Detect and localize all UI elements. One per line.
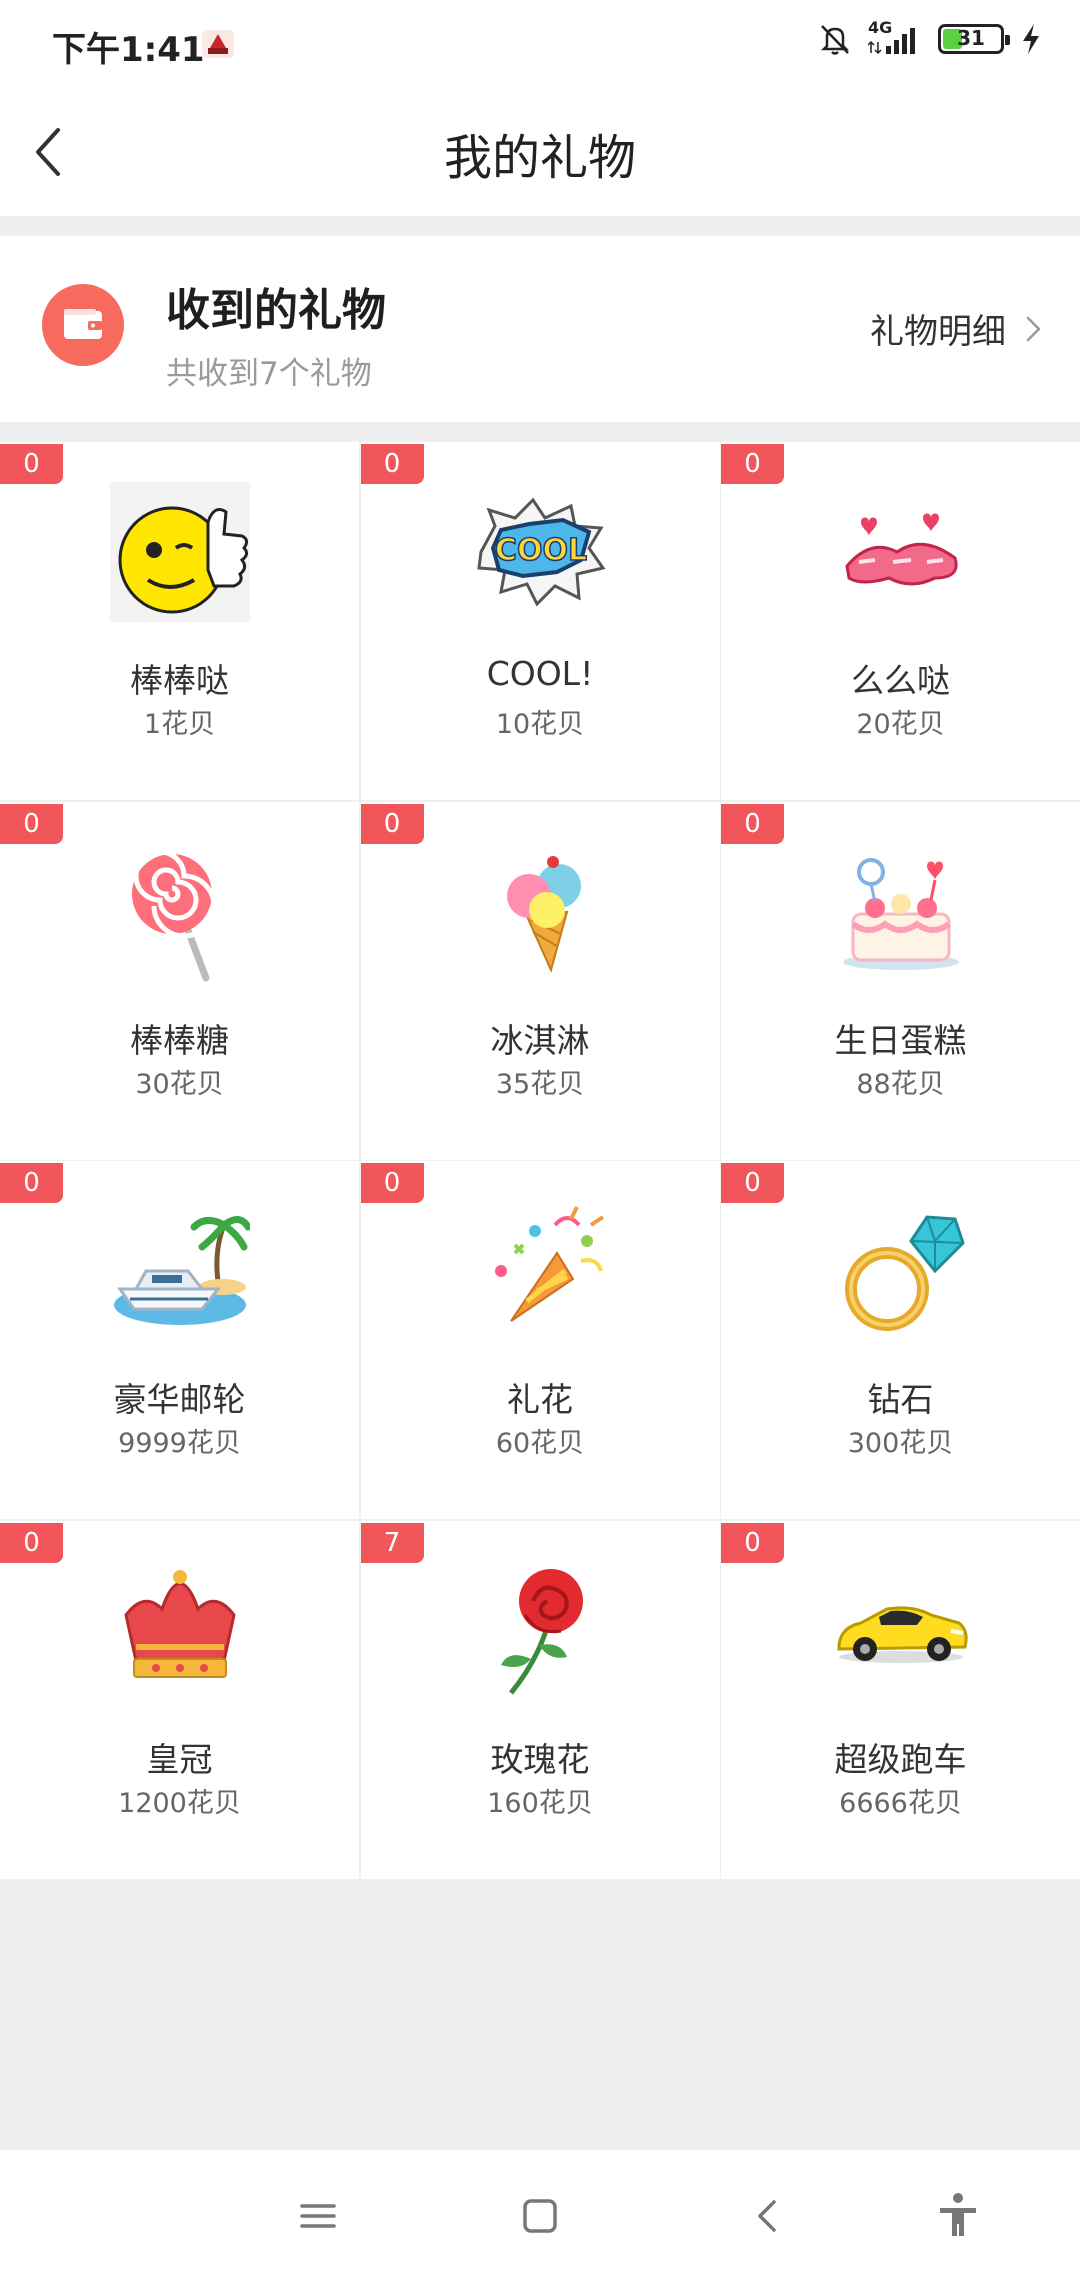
gift-count-badge: 0 bbox=[360, 444, 424, 484]
thumbs-up-emoji-icon bbox=[110, 482, 250, 622]
gift-name: 棒棒哒 bbox=[130, 661, 229, 700]
rose-icon bbox=[500, 1568, 583, 1695]
nav-back-button[interactable] bbox=[732, 2180, 804, 2252]
gift-card[interactable]: 0 生日蛋糕 88花贝 bbox=[721, 801, 1080, 1160]
charging-bolt-icon bbox=[1023, 24, 1039, 54]
gift-price: 1200花贝 bbox=[118, 1787, 241, 1819]
home-button[interactable] bbox=[504, 2180, 576, 2252]
gift-name: 豪华邮轮 bbox=[113, 1380, 246, 1419]
lollipop-icon bbox=[132, 849, 217, 981]
menu-button[interactable] bbox=[282, 2180, 354, 2252]
gift-card[interactable]: 0 棒棒哒 1花贝 bbox=[0, 442, 359, 800]
gift-name: 冰淇淋 bbox=[490, 1020, 590, 1060]
party-popper-icon bbox=[494, 1206, 604, 1322]
gift-count-badge: 0 bbox=[0, 803, 63, 844]
gift-count-badge: 0 bbox=[0, 444, 63, 484]
gift-card[interactable]: 0 冰淇淋 35花贝 bbox=[360, 801, 720, 1160]
gift-count-badge: 0 bbox=[0, 1522, 63, 1563]
battery-level: 31 bbox=[957, 26, 985, 50]
gift-name: 生日蛋糕 bbox=[834, 1020, 967, 1060]
gift-count-badge: 0 bbox=[721, 803, 784, 844]
gift-price: 9999花贝 bbox=[118, 1428, 241, 1459]
page-title: 我的礼物 bbox=[443, 130, 636, 186]
status-icons: 4G 31 bbox=[818, 18, 1042, 56]
gift-card[interactable]: 0 超级跑车 6666花贝 bbox=[721, 1520, 1080, 1879]
gift-name: 皇冠 bbox=[146, 1739, 213, 1779]
title-bar: 我的礼物 bbox=[0, 88, 1080, 216]
menu-icon bbox=[300, 2204, 336, 2228]
battery-icon: 31 bbox=[938, 24, 1010, 54]
cool-sticker-icon: COOL bbox=[476, 497, 606, 607]
summary-subtitle: 共收到7个礼物 bbox=[166, 356, 372, 392]
kiss-text-sticker-icon bbox=[845, 513, 958, 586]
gift-card[interactable]: 0 么么哒 20花贝 bbox=[721, 442, 1080, 800]
gift-name: 么么哒 bbox=[851, 661, 950, 700]
wallet-icon bbox=[42, 284, 124, 366]
system-navigation-bar bbox=[0, 2150, 1080, 2280]
accessibility-button[interactable] bbox=[922, 2180, 994, 2252]
status-bar: 下午1:41 4G 31 bbox=[0, 0, 1080, 88]
summary-title: 收到的礼物 bbox=[166, 285, 386, 336]
gift-card[interactable]: 0 豪华邮轮 9999花贝 bbox=[0, 1161, 359, 1519]
gift-name: 礼花 bbox=[507, 1380, 573, 1419]
signal-4g-icon: 4G bbox=[868, 18, 922, 56]
gift-price: 160花贝 bbox=[487, 1787, 593, 1819]
gift-name: COOL! bbox=[486, 654, 594, 693]
ice-cream-icon bbox=[506, 855, 581, 973]
gift-price: 35花贝 bbox=[495, 1068, 585, 1100]
diamond-ring-icon bbox=[845, 1215, 965, 1331]
gift-count-badge: 0 bbox=[360, 803, 424, 844]
gift-price: 60花贝 bbox=[495, 1428, 585, 1459]
received-gifts-summary: 收到的礼物 共收到7个礼物 礼物明细 bbox=[0, 236, 1080, 422]
yacht-icon bbox=[114, 1216, 250, 1325]
gift-name: 超级跑车 bbox=[834, 1739, 967, 1779]
gift-details-label: 礼物明细 bbox=[870, 312, 1006, 352]
gift-name: 棒棒糖 bbox=[130, 1020, 229, 1060]
svg-text:COOL: COOL bbox=[494, 533, 586, 568]
gift-details-link[interactable]: 礼物明细 bbox=[870, 304, 1044, 353]
gift-grid: 0 棒棒哒 1花贝 0 COOL COOL! 10花贝 0 么么哒 20花贝 0… bbox=[0, 442, 1080, 1879]
home-square-icon bbox=[523, 2199, 557, 2233]
gift-price: 300花贝 bbox=[847, 1428, 954, 1459]
status-time: 下午1:41 bbox=[52, 30, 205, 70]
gift-card[interactable]: 7 玫瑰花 160花贝 bbox=[360, 1520, 720, 1879]
birthday-cake-icon bbox=[843, 857, 959, 970]
app-notification-icon bbox=[202, 30, 234, 58]
accessibility-icon bbox=[940, 2193, 976, 2236]
mute-bell-icon bbox=[820, 25, 850, 55]
gift-price: 20花贝 bbox=[856, 709, 945, 740]
gift-name: 玫瑰花 bbox=[490, 1739, 590, 1779]
gift-count-badge: 0 bbox=[721, 1163, 784, 1203]
gift-price: 10花贝 bbox=[495, 709, 585, 740]
gift-card[interactable]: 0 棒棒糖 30花贝 bbox=[0, 801, 359, 1160]
gift-count-badge: 0 bbox=[721, 1522, 784, 1563]
gift-name: 钻石 bbox=[867, 1380, 934, 1419]
gift-card[interactable]: 0 礼花 60花贝 bbox=[360, 1161, 720, 1519]
gift-count-badge: 0 bbox=[360, 1163, 424, 1203]
crown-icon bbox=[124, 1569, 236, 1678]
gift-price: 6666花贝 bbox=[839, 1787, 962, 1819]
gift-price: 1花贝 bbox=[143, 709, 216, 740]
gift-count-badge: 7 bbox=[360, 1522, 424, 1563]
gift-count-badge: 0 bbox=[721, 444, 784, 484]
gift-count-badge: 0 bbox=[0, 1163, 63, 1203]
gift-price: 88花贝 bbox=[856, 1068, 945, 1100]
gift-card[interactable]: 0 皇冠 1200花贝 bbox=[0, 1520, 359, 1879]
gift-price: 30花贝 bbox=[135, 1068, 224, 1100]
gift-card[interactable]: 0 COOL COOL! 10花贝 bbox=[360, 442, 720, 800]
sports-car-icon bbox=[837, 1605, 968, 1663]
chevron-right-icon bbox=[1026, 316, 1041, 341]
gift-card[interactable]: 0 钻石 300花贝 bbox=[721, 1161, 1080, 1519]
back-chevron-icon bbox=[758, 2200, 776, 2232]
